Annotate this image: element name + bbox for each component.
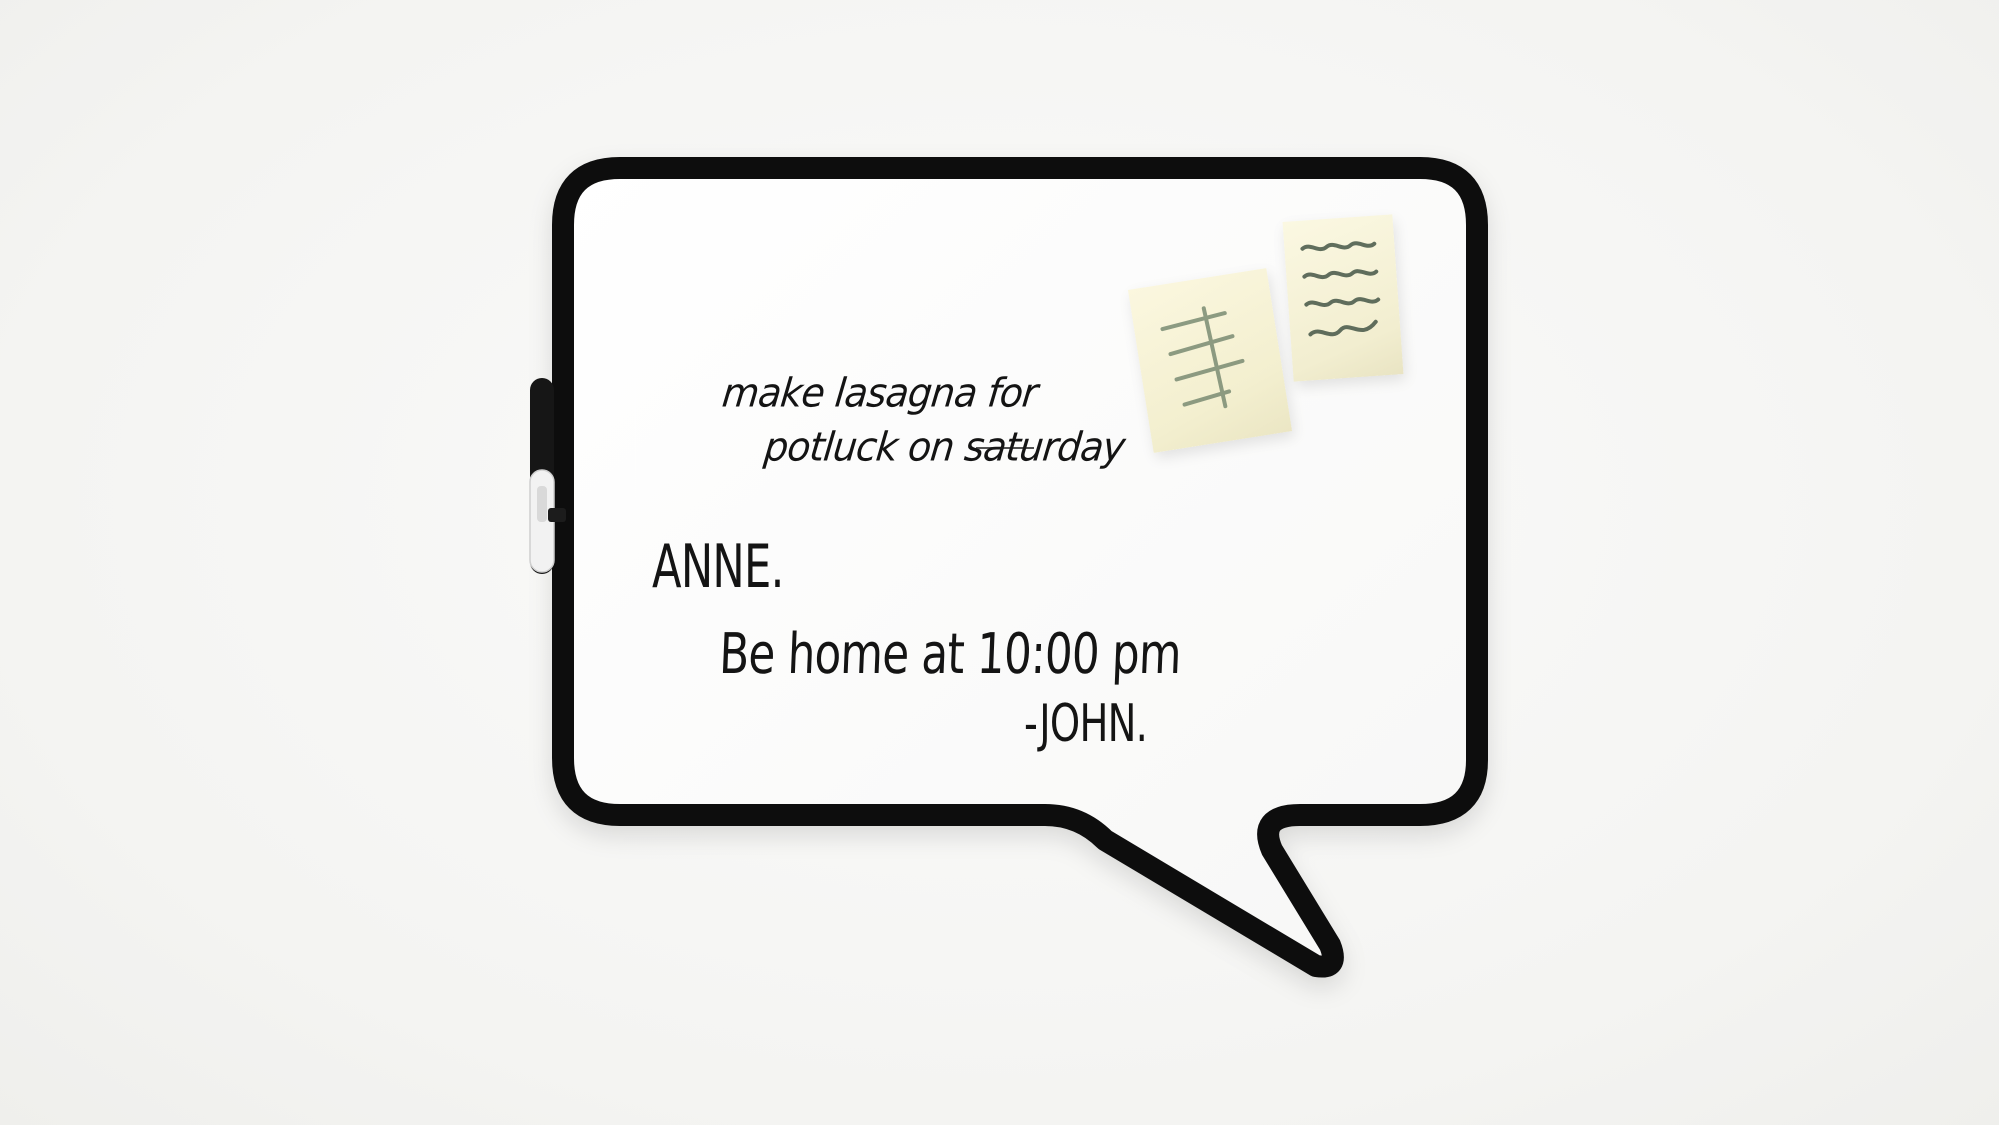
scene: make lasagna for potluck on saturday ANN…	[0, 0, 1999, 1125]
sticky-note-icon	[1282, 214, 1404, 382]
note-line-2: potluck on saturday	[762, 423, 1127, 470]
speech-bubble-whiteboard	[529, 157, 1488, 978]
sticky-note-icon	[1127, 268, 1293, 453]
note-line-3: ANNE.	[652, 532, 784, 602]
note-line-1: make lasagna for	[720, 369, 1040, 416]
note-line-5: -JOHN.	[1024, 694, 1148, 754]
note-line-4: Be home at 10:00 pm	[718, 622, 1183, 687]
strikethrough-mark	[976, 447, 1034, 449]
